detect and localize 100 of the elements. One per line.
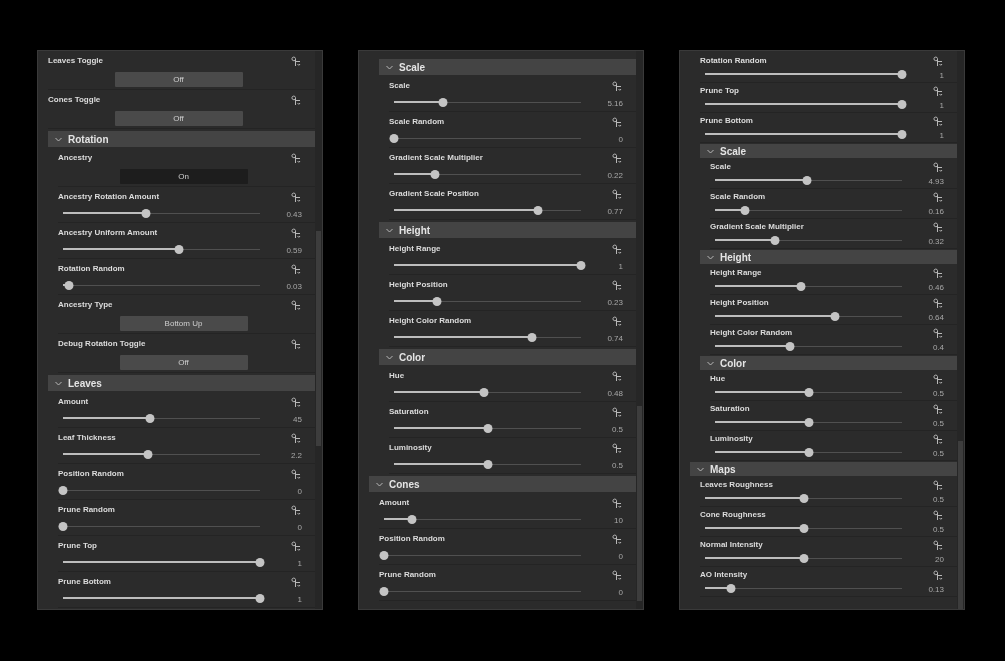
slider-thumb[interactable] <box>58 522 68 531</box>
slider-thumb[interactable] <box>143 450 153 459</box>
curve-menu-icon[interactable] <box>933 56 944 67</box>
curve-menu-icon[interactable] <box>612 81 623 92</box>
section-header[interactable]: Rotation <box>48 131 315 147</box>
curve-menu-icon[interactable] <box>612 498 623 509</box>
curve-menu-icon[interactable] <box>612 570 623 581</box>
slider-thumb[interactable] <box>379 587 389 596</box>
curve-menu-icon[interactable] <box>291 95 302 106</box>
slider-thumb[interactable] <box>726 583 736 593</box>
scrollbar-thumb[interactable] <box>637 406 642 601</box>
curve-menu-icon[interactable] <box>612 117 623 128</box>
slider-thumb[interactable] <box>802 175 812 185</box>
curve-menu-icon[interactable] <box>291 339 302 350</box>
curve-menu-icon[interactable] <box>612 153 623 164</box>
slider-thumb[interactable] <box>479 388 489 397</box>
curve-menu-icon[interactable] <box>291 300 302 311</box>
curve-menu-icon[interactable] <box>291 192 302 203</box>
curve-menu-icon[interactable] <box>933 328 944 339</box>
curve-menu-icon[interactable] <box>933 116 944 127</box>
curve-menu-icon[interactable] <box>933 434 944 445</box>
curve-menu-icon[interactable] <box>612 534 623 545</box>
curve-menu-icon[interactable] <box>291 505 302 516</box>
scrollbar-thumb[interactable] <box>958 441 963 609</box>
slider-thumb[interactable] <box>804 447 813 457</box>
curve-menu-icon[interactable] <box>933 510 944 521</box>
slider-thumb[interactable] <box>407 515 417 524</box>
curve-menu-icon[interactable] <box>933 222 944 233</box>
curve-menu-icon[interactable] <box>291 469 302 480</box>
scrollbar-thumb[interactable] <box>316 231 321 446</box>
curve-menu-icon[interactable] <box>933 540 944 551</box>
curve-menu-icon[interactable] <box>933 268 944 279</box>
slider-thumb[interactable] <box>770 235 780 245</box>
curve-menu-icon[interactable] <box>612 244 623 255</box>
curve-menu-icon[interactable] <box>612 443 623 454</box>
slider-value: 0.32 <box>927 236 944 248</box>
slider-thumb[interactable] <box>255 558 265 567</box>
section-header[interactable]: Color <box>379 349 636 365</box>
curve-menu-icon[interactable] <box>933 162 944 173</box>
slider-thumb[interactable] <box>527 333 537 342</box>
curve-menu-icon[interactable] <box>933 570 944 581</box>
slider-thumb[interactable] <box>799 553 808 563</box>
curve-menu-icon[interactable] <box>933 404 944 415</box>
slider-thumb[interactable] <box>740 205 750 215</box>
slider-thumb[interactable] <box>174 245 184 254</box>
slider-thumb[interactable] <box>64 281 74 290</box>
curve-menu-icon[interactable] <box>291 577 302 588</box>
slider-thumb[interactable] <box>804 417 813 427</box>
curve-menu-icon[interactable] <box>291 541 302 552</box>
section-header[interactable]: Height <box>379 222 636 238</box>
slider-thumb[interactable] <box>799 493 808 503</box>
slider-thumb[interactable] <box>58 486 68 495</box>
slider-thumb[interactable] <box>389 134 399 143</box>
toggle-button[interactable]: Off <box>119 354 248 370</box>
slider-thumb[interactable] <box>430 170 440 179</box>
slider-thumb[interactable] <box>483 460 492 469</box>
slider-thumb[interactable] <box>576 261 586 270</box>
curve-menu-icon[interactable] <box>612 189 623 200</box>
slider-thumb[interactable] <box>255 594 265 603</box>
slider-thumb[interactable] <box>897 69 907 79</box>
curve-menu-icon[interactable] <box>291 56 302 67</box>
curve-menu-icon[interactable] <box>291 397 302 408</box>
curve-menu-icon[interactable] <box>612 280 623 291</box>
slider-thumb[interactable] <box>533 206 543 215</box>
slider-thumb[interactable] <box>145 414 155 423</box>
curve-menu-icon[interactable] <box>933 192 944 203</box>
slider-thumb[interactable] <box>141 209 151 218</box>
section-header[interactable]: Height <box>700 250 957 264</box>
curve-menu-icon[interactable] <box>291 153 302 164</box>
toggle-button[interactable]: Off <box>114 110 243 126</box>
slider-thumb[interactable] <box>432 297 442 306</box>
section-header[interactable]: Maps <box>690 462 957 476</box>
toggle-button[interactable]: On <box>119 168 248 184</box>
curve-menu-icon[interactable] <box>612 316 623 327</box>
slider-thumb[interactable] <box>897 99 907 109</box>
curve-menu-icon[interactable] <box>612 371 623 382</box>
slider-thumb[interactable] <box>483 424 492 433</box>
section-header[interactable]: Scale <box>700 144 957 158</box>
section-header[interactable]: Cones <box>369 476 636 492</box>
toggle-button[interactable]: Off <box>114 71 243 87</box>
curve-menu-icon[interactable] <box>291 264 302 275</box>
slider-thumb[interactable] <box>799 523 808 533</box>
slider-thumb[interactable] <box>830 311 840 321</box>
curve-menu-icon[interactable] <box>933 374 944 385</box>
slider-thumb[interactable] <box>438 98 448 107</box>
slider-thumb[interactable] <box>897 129 907 139</box>
slider-thumb[interactable] <box>796 281 806 291</box>
curve-menu-icon[interactable] <box>933 298 944 309</box>
slider-thumb[interactable] <box>804 387 813 397</box>
section-header[interactable]: Color <box>700 356 957 370</box>
section-header[interactable]: Leaves <box>48 375 315 391</box>
curve-menu-icon[interactable] <box>612 407 623 418</box>
option-button[interactable]: Bottom Up <box>119 315 248 331</box>
curve-menu-icon[interactable] <box>291 433 302 444</box>
section-header[interactable]: Scale <box>379 59 636 75</box>
curve-menu-icon[interactable] <box>933 86 944 97</box>
slider-thumb[interactable] <box>379 551 389 560</box>
curve-menu-icon[interactable] <box>933 480 944 491</box>
slider-thumb[interactable] <box>785 341 795 351</box>
curve-menu-icon[interactable] <box>291 228 302 239</box>
